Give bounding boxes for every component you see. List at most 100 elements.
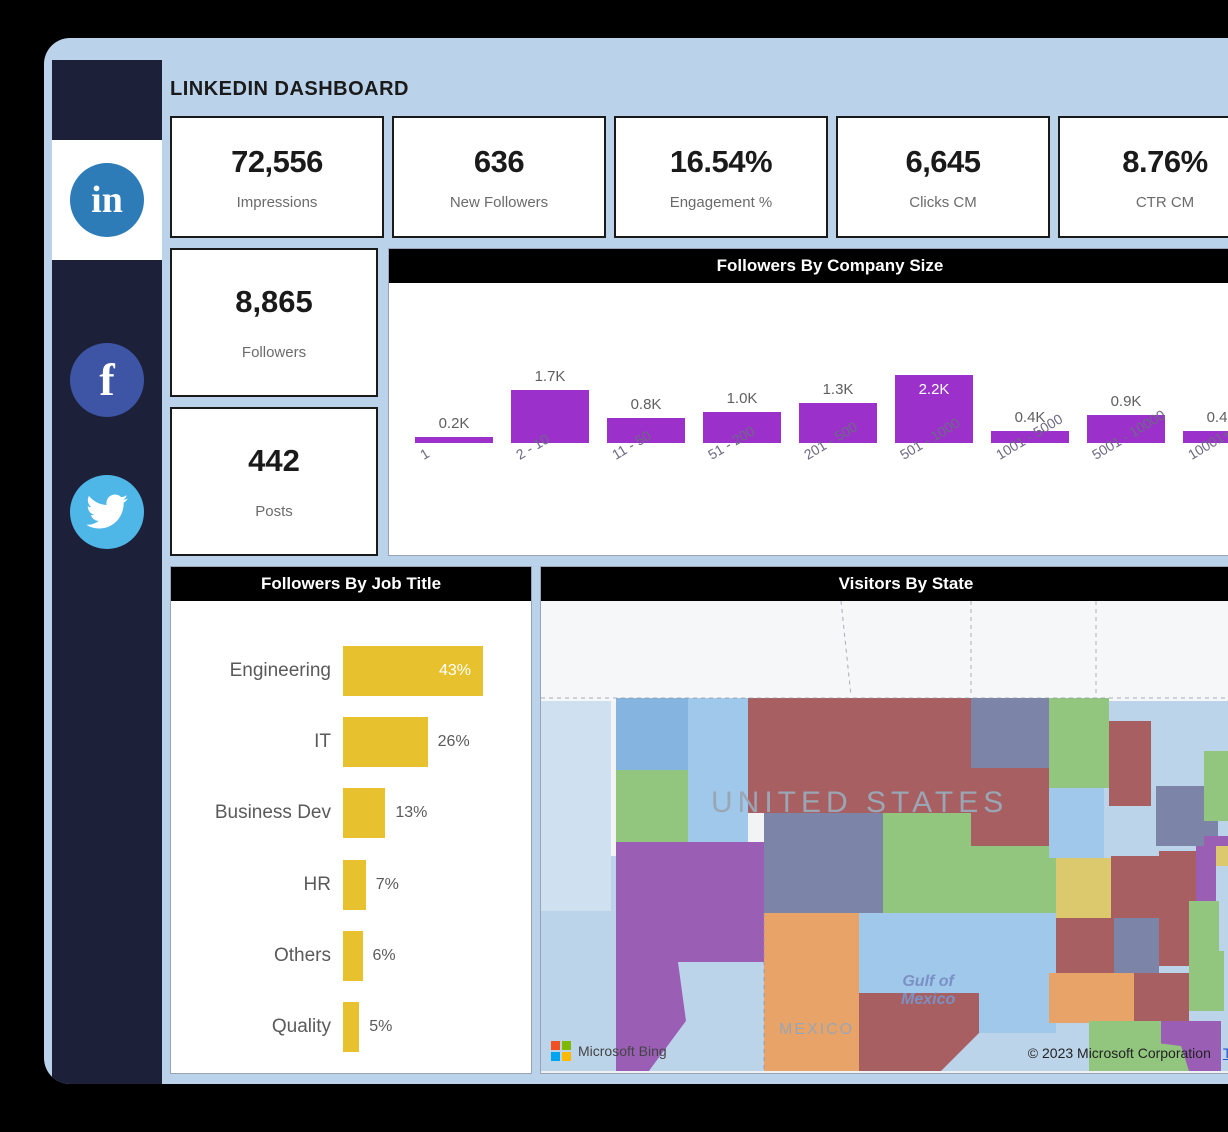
kpi-card-clicks-cm[interactable]: 6,645 Clicks CM [836, 116, 1050, 238]
job-title-row[interactable]: IT 26% [171, 716, 531, 767]
axis-tick: 10001+ [1185, 424, 1228, 463]
bar-value-label: 1.0K [726, 390, 758, 408]
job-title-row[interactable]: Business Dev 13% [171, 788, 531, 839]
kpi-row: 72,556 Impressions 636 New Followers 16.… [170, 116, 1228, 238]
bar-value-label: 2.2K [918, 381, 950, 398]
company-size-bars: 0.2K1.7K0.8K1.0K1.3K2.2K0.4K0.9K0.4K [415, 368, 1228, 443]
dashboard-main: LINKEDIN DASHBOARD 72,556 Impressions 63… [162, 38, 1228, 1084]
category-label: Others [273, 944, 331, 966]
us-choropleth-map[interactable]: UNITED STATES Gulf of Mexico MEXICO Micro… [541, 601, 1228, 1073]
bar-value-label: 6% [372, 946, 396, 964]
job-title-row[interactable]: Others 6% [171, 930, 531, 981]
bar-value-label: 26% [437, 732, 470, 750]
bar[interactable] [343, 1002, 360, 1053]
bar[interactable] [343, 930, 363, 981]
job-title-row[interactable]: Engineering 43% [171, 645, 531, 696]
category-label: Quality [271, 1016, 331, 1038]
axis-tick: 1001 - 5000 [993, 410, 1066, 463]
company-size-chart: 0.2K1.7K0.8K1.0K1.3K2.2K0.4K0.9K0.4K 12 … [389, 283, 1228, 555]
kpi-card-new-followers[interactable]: 636 New Followers [392, 116, 606, 238]
linkedin-icon: in [70, 163, 144, 237]
copyright-text: © 2023 Microsoft Corporation [1027, 1045, 1211, 1061]
axis-tick: 51 - 200 [705, 422, 758, 463]
microsoft-logo-icon [551, 1041, 571, 1061]
axis-tick: 11 - 50 [609, 427, 654, 463]
bar-value-label: 5% [369, 1018, 393, 1036]
page-title: LINKEDIN DASHBOARD [170, 78, 409, 100]
bar[interactable]: 43% [343, 645, 483, 696]
job-title-row[interactable]: HR 7% [171, 859, 531, 910]
kpi-card-impressions[interactable]: 72,556 Impressions [170, 116, 384, 238]
metric-value: 8,865 [235, 284, 313, 319]
job-title-chart: Engineering 43% IT 26% Business Dev 13% HR 7% Ot… [171, 601, 531, 1073]
company-size-axis-labels: 1 2 - 10 11 - 50 51 - 200 201 - 500 501 - 100… [415, 406, 1228, 527]
bar[interactable] [343, 859, 366, 910]
bar[interactable]: 0.2K [415, 415, 493, 443]
kpi-value: 72,556 [231, 143, 323, 179]
panel-header: Visitors By State [541, 567, 1228, 601]
bar-value-label: 1.7K [534, 368, 566, 386]
category-label: HR [303, 873, 331, 895]
sidebar-item-linkedin[interactable]: in [52, 140, 162, 260]
bar-value-label: 0.2K [438, 414, 470, 432]
terms-link[interactable]: Terms [1223, 1045, 1228, 1061]
kpi-label: Engagement % [669, 193, 773, 211]
map-attribution: © 2023 Microsoft Corporation Terms [1028, 1045, 1228, 1061]
metric-label: Followers [241, 344, 307, 361]
microsoft-bing-logo: Microsoft Bing [551, 1041, 667, 1061]
bar-value-label: 0.9K [1110, 393, 1142, 411]
category-label: IT [314, 730, 331, 752]
category-label: Engineering [229, 659, 331, 681]
social-sidebar: in f [52, 60, 162, 1084]
kpi-label: Clicks CM [909, 193, 977, 211]
kpi-value: 636 [473, 143, 525, 179]
kpi-label: Impressions [236, 193, 318, 211]
kpi-card-engagement[interactable]: 16.54% Engagement % [614, 116, 828, 238]
job-title-row[interactable]: Quality 5% [171, 1002, 531, 1053]
job-title-bars: Engineering 43% IT 26% Business Dev 13% HR 7% Ot… [171, 635, 531, 1063]
sidebar-item-facebook[interactable]: f [52, 320, 162, 440]
kpi-label: CTR CM [1135, 193, 1195, 211]
bar-value-label: 13% [395, 804, 428, 822]
bar-track: 7% [343, 859, 531, 910]
bing-label: Microsoft Bing [578, 1043, 667, 1059]
kpi-value: 16.54% [669, 143, 773, 179]
bar-column[interactable]: 0.2K [415, 375, 493, 443]
bar-track: 6% [343, 930, 531, 981]
bar-track: 43% [343, 645, 531, 696]
metric-label: Posts [255, 503, 293, 520]
panel-followers-by-company-size: Followers By Company Size 0.2K 1.7K 0.8K 1.… [388, 248, 1228, 556]
twitter-bird-glyph [86, 494, 128, 529]
sidebar-item-twitter[interactable] [52, 452, 162, 572]
left-metric-cards: 8,865 Followers 442 Posts [170, 248, 378, 556]
panel-header: Followers By Company Size [389, 249, 1228, 283]
map-country-label: UNITED STATES [711, 786, 1009, 819]
bar-track: 26% [343, 716, 531, 767]
bar-value-label: 43% [438, 661, 471, 679]
kpi-label: New Followers [449, 193, 549, 211]
bar-value-label: 0.4K [1206, 408, 1228, 426]
metric-card-posts[interactable]: 442 Posts [170, 407, 378, 556]
bar[interactable] [343, 788, 386, 839]
metric-card-followers[interactable]: 8,865 Followers [170, 248, 378, 397]
bar[interactable]: 1.7K [511, 368, 589, 443]
bar-column[interactable]: 1.7K [511, 368, 589, 443]
bar-track: 13% [343, 788, 531, 839]
tertiary-row: Followers By Job Title Engineering 43% IT 2… [170, 566, 1228, 1074]
bar-value-label: 7% [375, 875, 399, 893]
twitter-icon [70, 475, 144, 549]
panel-followers-by-job-title: Followers By Job Title Engineering 43% IT 2… [170, 566, 532, 1074]
map-gulf-label: Gulf of Mexico [901, 973, 956, 1008]
axis-tick: 201 - 500 [801, 418, 860, 463]
visitors-map-body: UNITED STATES Gulf of Mexico MEXICO Micro… [541, 601, 1228, 1073]
dashboard-frame: in f LINKEDIN DASHBOARD 72,556 Impressio… [44, 38, 1228, 1084]
bar[interactable] [343, 716, 428, 767]
category-label: Business Dev [214, 802, 331, 824]
kpi-card-ctr-cm[interactable]: 8.76% CTR CM [1058, 116, 1228, 238]
linkedin-glyph: in [91, 179, 123, 221]
bar-track: 5% [343, 1002, 531, 1053]
axis-tick: 501 - 1000 [897, 414, 963, 463]
bar-value-label: 1.3K [822, 380, 854, 398]
secondary-row: 8,865 Followers 442 Posts Followers By C… [170, 248, 1228, 556]
metric-value: 442 [248, 443, 300, 478]
